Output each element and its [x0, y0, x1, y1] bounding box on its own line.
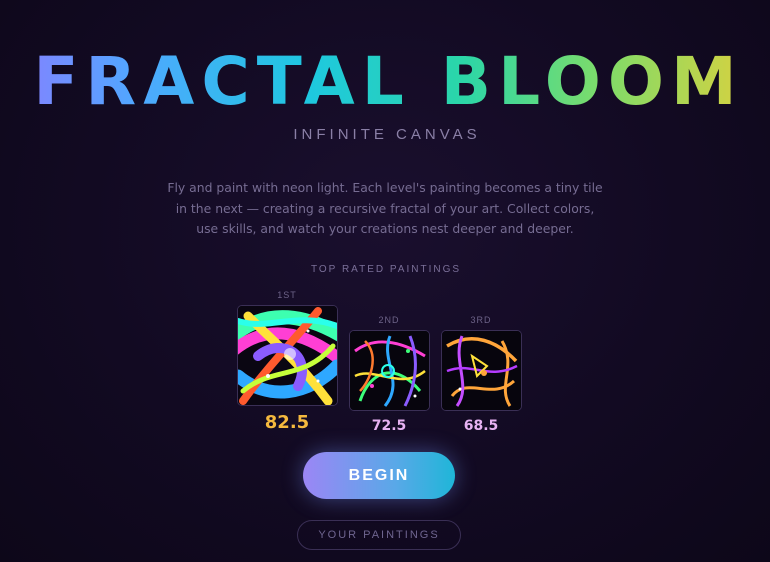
- painting-art-first: [238, 306, 337, 405]
- game-subtitle: INFINITE CANVAS: [293, 126, 481, 143]
- rank-label-second: 2ND: [378, 315, 400, 325]
- painting-thumbnail-third[interactable]: [441, 330, 522, 411]
- your-paintings-button[interactable]: YOUR PAINTINGS: [297, 520, 461, 550]
- score-first: 82.5: [264, 412, 310, 433]
- score-second: 72.5: [371, 418, 407, 434]
- painting-thumbnail-second[interactable]: [349, 330, 430, 411]
- painting-thumbnail-first[interactable]: [237, 305, 338, 406]
- painting-art-third: [442, 331, 521, 410]
- score-third: 68.5: [463, 418, 499, 434]
- begin-button[interactable]: BEGIN: [303, 452, 455, 499]
- leaderboard-heading: TOP RATED PAINTINGS: [310, 264, 462, 275]
- rank-label-third: 3RD: [470, 315, 492, 325]
- game-description: Fly and paint with neon light. Each leve…: [167, 180, 603, 236]
- game-title: FRACTAL BLOOM: [0, 44, 770, 120]
- rank-label-first: 1ST: [277, 290, 297, 300]
- painting-art-second: [350, 331, 429, 410]
